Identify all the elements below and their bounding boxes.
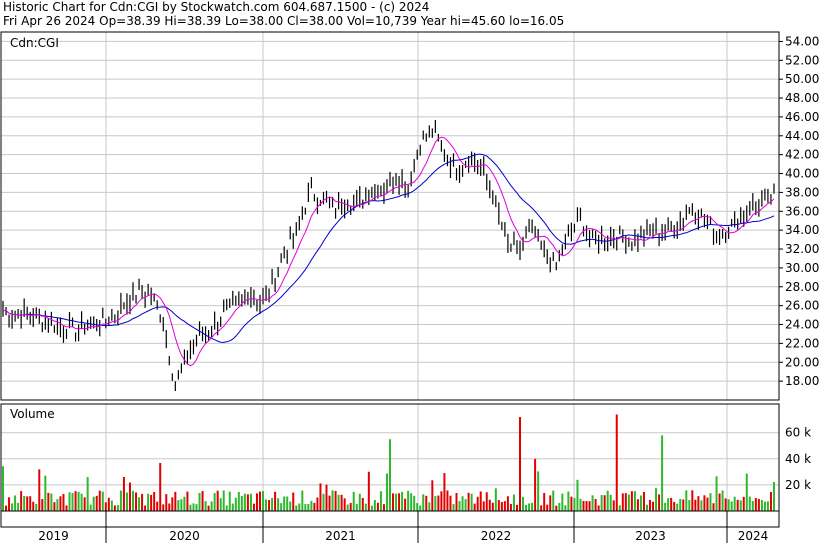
price-tick-label: 46.00: [785, 110, 819, 124]
price-pane-frame: [0, 31, 780, 401]
price-tick-label: 36.00: [785, 204, 819, 218]
year-label: 2024: [738, 529, 769, 543]
price-grid: [1, 32, 779, 400]
year-label: 2019: [38, 529, 69, 543]
price-tick-label: 24.00: [785, 318, 819, 332]
price-tick-label: 54.00: [785, 34, 819, 48]
price-tick-label: 32.00: [785, 242, 819, 256]
chart-page: Historic Chart for Cdn:CGI by Stockwatch…: [0, 0, 830, 543]
price-tick-label: 20.00: [785, 355, 819, 369]
symbol-label: Cdn:CGI: [10, 36, 59, 50]
price-tick-label: 48.00: [785, 91, 819, 105]
year-label: 2020: [169, 529, 200, 543]
price-tick-label: 44.00: [785, 129, 819, 143]
volume-axis-labels: 20 k 40 k 60 k: [785, 426, 811, 492]
price-tick-label: 30.00: [785, 261, 819, 275]
price-tick-label: 50.00: [785, 72, 819, 86]
year-axis-labels: 2019 2020 2021 2022 2023 2024: [38, 527, 768, 543]
price-tick-label: 38.00: [785, 185, 819, 199]
volume-bars: [2, 414, 775, 511]
price-tick-label: 18.00: [785, 374, 819, 388]
volume-tick-label: 40 k: [785, 452, 811, 466]
price-bars: [2, 120, 775, 392]
price-tick-label: 26.00: [785, 299, 819, 313]
price-tick-label: 40.00: [785, 167, 819, 181]
price-tick-label: 34.00: [785, 223, 819, 237]
price-tick-label: 28.00: [785, 280, 819, 294]
year-label: 2022: [481, 529, 512, 543]
volume-label: Volume: [10, 407, 55, 421]
price-tick-label: 52.00: [785, 53, 819, 67]
moving-average-long: [2, 153, 775, 343]
moving-average-short: [2, 136, 775, 367]
volume-tick-label: 20 k: [785, 478, 811, 492]
year-label: 2023: [635, 529, 666, 543]
price-axis-labels: 18.00 20.00 22.00 24.00 26.00 28.00 30.00 32.00…: [779, 34, 819, 388]
axis-band-frame: [0, 510, 780, 528]
year-label: 2021: [325, 529, 356, 543]
stock-chart: 18.00 20.00 22.00 24.00 26.00 28.00 30.00 32.00…: [0, 31, 819, 543]
volume-tick-label: 60 k: [785, 426, 811, 440]
price-tick-label: 42.00: [785, 148, 819, 162]
price-tick-label: 22.00: [785, 336, 819, 350]
